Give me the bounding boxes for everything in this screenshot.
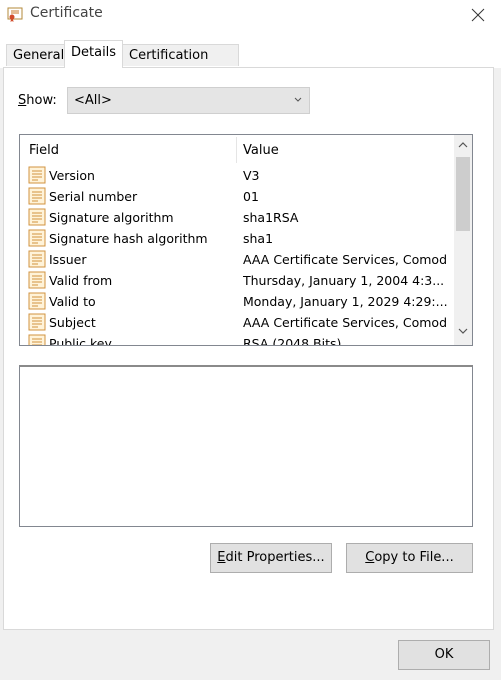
close-button[interactable] xyxy=(455,0,501,30)
chevron-up-icon[interactable] xyxy=(458,141,468,149)
list-row[interactable]: Issuer AAA Certificate Services, Comod... xyxy=(20,249,450,270)
show-dropdown[interactable]: <All> xyxy=(67,87,310,114)
field-value: AAA Certificate Services, Comod... xyxy=(243,315,448,330)
scrollbar-thumb[interactable] xyxy=(456,157,470,231)
certificate-field-icon xyxy=(28,313,46,331)
field-name: Issuer xyxy=(49,252,87,267)
field-value: sha1 xyxy=(243,231,274,246)
show-label: Show: xyxy=(18,93,57,108)
list-row[interactable]: Public key RSA (2048 Bits) xyxy=(20,333,450,346)
fields-list[interactable]: Field Value Version V3 Serial number 01 Sign… xyxy=(19,134,473,346)
certificate-icon xyxy=(7,6,23,22)
tab-general[interactable]: General xyxy=(6,44,65,66)
window-title: Certificate xyxy=(30,5,103,21)
certificate-field-icon xyxy=(28,271,46,289)
title-bar: Certificate xyxy=(0,0,501,30)
column-separator[interactable] xyxy=(236,137,237,163)
field-value: sha1RSA xyxy=(243,210,299,225)
certificate-window: Certificate General Details Certificatio… xyxy=(0,0,501,680)
field-name: Version xyxy=(49,168,95,183)
certificate-field-icon xyxy=(28,334,46,345)
list-row[interactable]: Version V3 xyxy=(20,165,450,186)
chevron-down-icon[interactable] xyxy=(458,327,468,335)
edit-properties-label: dit Properties... xyxy=(225,550,325,565)
certificate-field-icon xyxy=(28,229,46,247)
field-value: Thursday, January 1, 2004 4:3... xyxy=(243,273,445,288)
show-dropdown-value: <All> xyxy=(74,93,112,108)
field-value: Monday, January 1, 2029 4:29:... xyxy=(243,294,448,309)
tab-certification-path[interactable]: Certification Path xyxy=(122,44,239,85)
list-header: Field Value xyxy=(20,135,450,163)
tab-strip: General Details Certification Path xyxy=(0,30,501,85)
list-row[interactable]: Valid from Thursday, January 1, 2004 4:3.… xyxy=(20,270,450,291)
certificate-field-icon xyxy=(28,187,46,205)
field-name: Subject xyxy=(49,315,96,330)
details-panel: Show: <All> Field Value Version V3 Serial … xyxy=(3,67,494,630)
list-row[interactable]: Signature hash algorithm sha1 xyxy=(20,228,450,249)
field-name: Valid to xyxy=(49,294,96,309)
field-name: Signature algorithm xyxy=(49,210,174,225)
field-detail-box[interactable] xyxy=(19,365,473,527)
chevron-down-icon xyxy=(294,97,302,102)
list-row[interactable]: Serial number 01 xyxy=(20,186,450,207)
field-value: RSA (2048 Bits) xyxy=(243,336,342,346)
vertical-scrollbar[interactable] xyxy=(454,135,472,345)
column-header-value[interactable]: Value xyxy=(243,143,279,158)
copy-to-file-mnemonic: C xyxy=(365,550,375,565)
field-value: AAA Certificate Services, Comod... xyxy=(243,252,448,267)
certificate-field-icon xyxy=(28,208,46,226)
copy-to-file-label: opy to File... xyxy=(374,550,454,565)
field-name: Public key xyxy=(49,336,112,346)
list-row[interactable]: Signature algorithm sha1RSA xyxy=(20,207,450,228)
close-icon xyxy=(471,8,485,22)
certificate-field-icon xyxy=(28,292,46,310)
edit-properties-mnemonic: E xyxy=(217,550,226,565)
ok-button[interactable]: OK xyxy=(398,640,490,670)
field-name: Valid from xyxy=(49,273,113,288)
certificate-field-icon xyxy=(28,250,46,268)
tab-details[interactable]: Details xyxy=(64,40,123,68)
field-value: V3 xyxy=(243,168,260,183)
field-name: Serial number xyxy=(49,189,138,204)
list-body: Version V3 Serial number 01 Signature algori… xyxy=(20,165,450,346)
copy-to-file-button[interactable]: Copy to File... xyxy=(346,543,473,573)
field-value: 01 xyxy=(243,189,259,204)
field-name: Signature hash algorithm xyxy=(49,231,208,246)
list-row[interactable]: Valid to Monday, January 1, 2029 4:29:... xyxy=(20,291,450,312)
column-header-field[interactable]: Field xyxy=(29,143,59,158)
list-row[interactable]: Subject AAA Certificate Services, Comod..… xyxy=(20,312,450,333)
edit-properties-button[interactable]: Edit Properties... xyxy=(210,543,332,573)
certificate-field-icon xyxy=(28,166,46,184)
